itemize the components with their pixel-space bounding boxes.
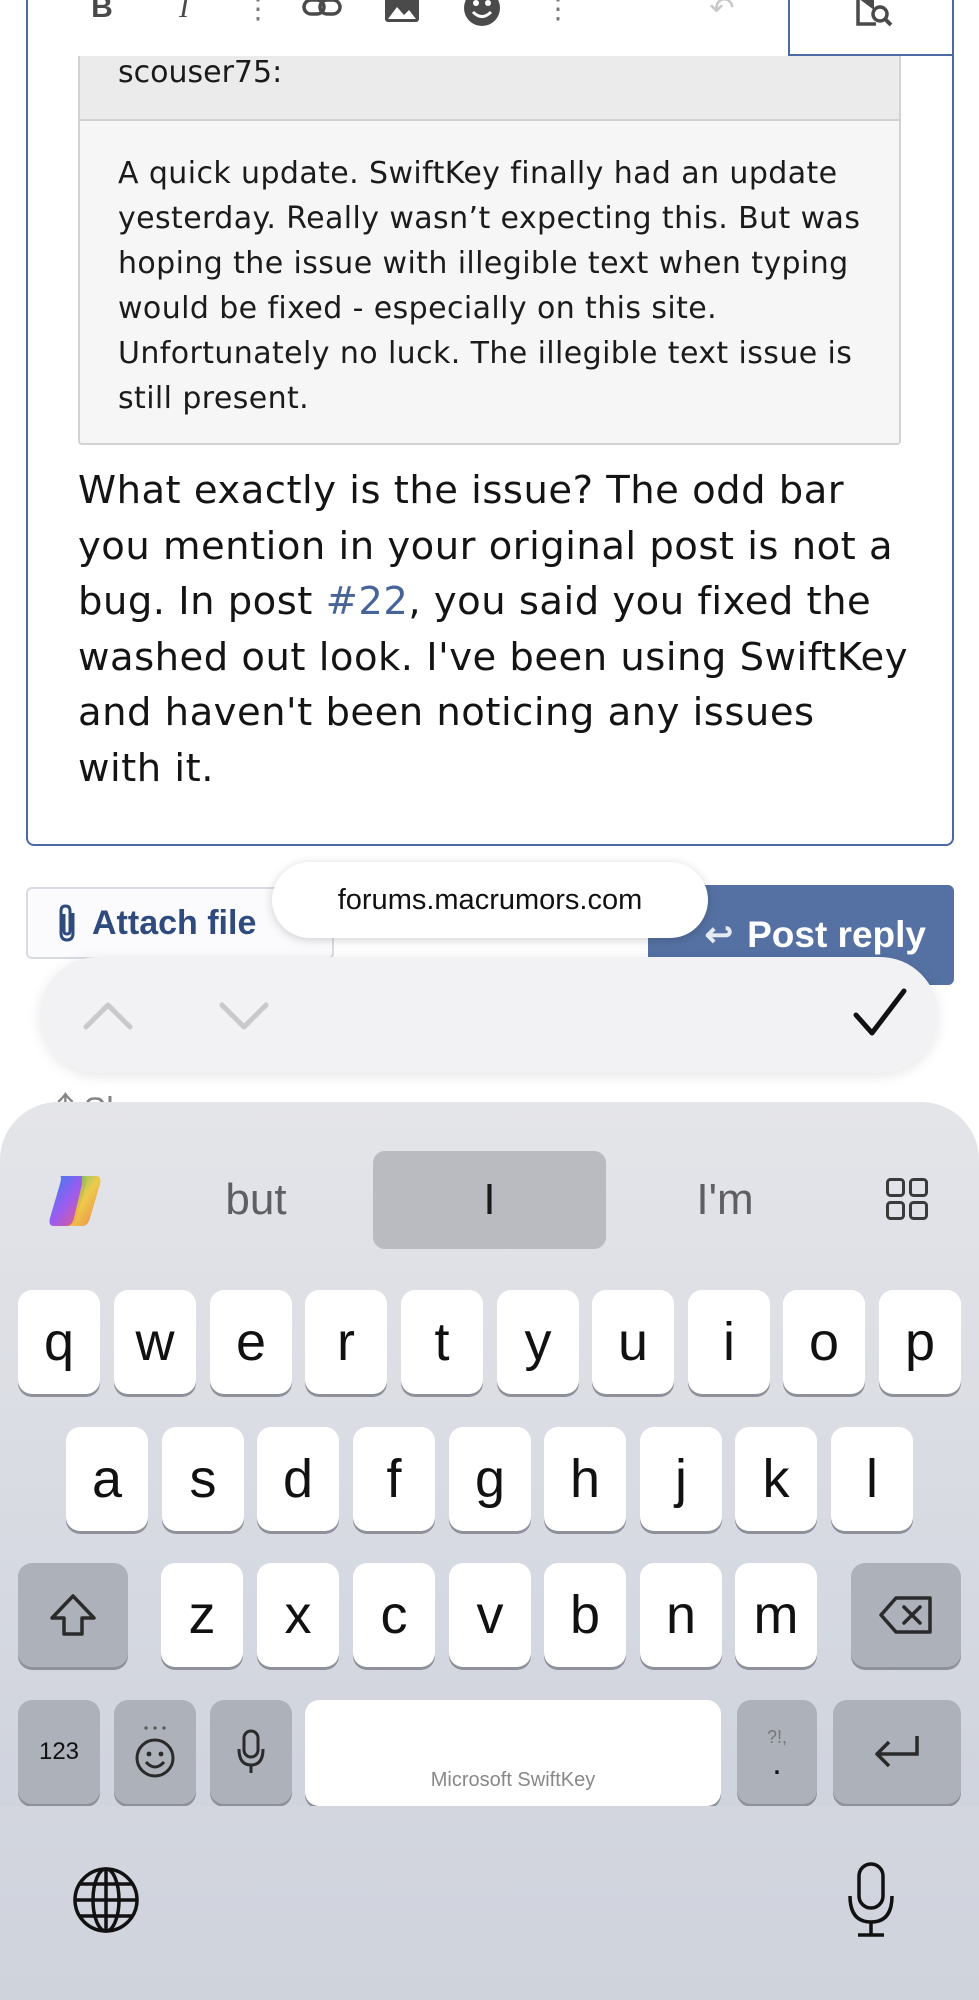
key-k[interactable]: k <box>735 1427 817 1531</box>
bold-button[interactable]: B <box>80 0 124 30</box>
backspace-key[interactable] <box>851 1563 961 1667</box>
key-t[interactable]: t <box>401 1290 483 1394</box>
find-previous-button[interactable] <box>78 987 138 1043</box>
key-q[interactable]: q <box>18 1290 100 1394</box>
key-r[interactable]: r <box>305 1290 387 1394</box>
dictation-mic-icon[interactable] <box>846 1862 896 1942</box>
space-key[interactable]: Microsoft SwiftKey <box>305 1700 721 1806</box>
key-u[interactable]: u <box>592 1290 674 1394</box>
suggestion-bar: but I I'm <box>0 1140 979 1250</box>
chevron-down-icon <box>219 1002 269 1030</box>
key-o[interactable]: o <box>783 1290 865 1394</box>
key-v[interactable]: v <box>449 1563 531 1667</box>
suggestion-1[interactable]: but <box>172 1151 340 1249</box>
suggestion-2[interactable]: I <box>373 1151 606 1249</box>
emoji-key[interactable] <box>114 1700 196 1804</box>
undo-icon[interactable]: ↶ <box>700 0 744 30</box>
key-g[interactable]: g <box>449 1427 531 1531</box>
copilot-icon[interactable] <box>46 1172 104 1232</box>
key-s[interactable]: s <box>162 1427 244 1531</box>
attach-file-label: Attach file <box>92 903 257 942</box>
key-z[interactable]: z <box>161 1563 243 1667</box>
key-y[interactable]: y <box>497 1290 579 1394</box>
key-e[interactable]: e <box>210 1290 292 1394</box>
url-pill[interactable]: forums.macrumors.com <box>272 862 708 938</box>
dictation-key[interactable] <box>210 1700 292 1804</box>
post-link[interactable]: #22 <box>326 579 409 624</box>
emoji-face-icon <box>135 1726 175 1778</box>
return-icon <box>875 1736 919 1768</box>
globe-icon[interactable] <box>72 1866 140 1938</box>
find-next-button[interactable] <box>214 987 274 1043</box>
key-j[interactable]: j <box>640 1427 722 1531</box>
shift-key[interactable] <box>18 1563 128 1667</box>
key-p[interactable]: p <box>879 1290 961 1394</box>
key-l[interactable]: l <box>831 1427 913 1531</box>
reply-arrow-icon: ↩ <box>704 916 734 954</box>
key-h[interactable]: h <box>544 1427 626 1531</box>
key-m[interactable]: m <box>735 1563 817 1667</box>
punctuation-key[interactable]: ?!, . <box>737 1700 817 1804</box>
key-x[interactable]: x <box>257 1563 339 1667</box>
find-done-button[interactable] <box>850 983 910 1043</box>
punctuation-bottom: . <box>772 1744 782 1782</box>
find-bar <box>40 957 938 1073</box>
more-text-options-icon[interactable]: ⋮ <box>236 0 280 30</box>
suggestion-3[interactable]: I'm <box>640 1151 810 1249</box>
quote-text: A quick update. SwiftKey finally had an … <box>118 156 861 416</box>
swiftkey-keyboard: but I I'm q w e r t y u i o p a s d f g … <box>0 1102 979 2000</box>
toolbar-grid-icon[interactable] <box>886 1178 928 1224</box>
numbers-key[interactable]: 123 <box>18 1700 100 1804</box>
preview-toggle[interactable] <box>788 0 954 56</box>
key-c[interactable]: c <box>353 1563 435 1667</box>
keyboard-bottom-bar <box>0 1806 979 2000</box>
chevron-up-icon <box>83 1002 133 1030</box>
key-w[interactable]: w <box>114 1290 196 1394</box>
key-d[interactable]: d <box>257 1427 339 1531</box>
quote-block: scouser75: A quick update. SwiftKey fina… <box>78 56 901 445</box>
key-a[interactable]: a <box>66 1427 148 1531</box>
image-icon[interactable] <box>380 0 424 30</box>
italic-button[interactable]: I <box>162 0 206 30</box>
key-f[interactable]: f <box>353 1427 435 1531</box>
emoji-icon[interactable] <box>460 0 504 30</box>
quote-author: scouser75: <box>80 56 899 121</box>
more-insert-options-icon[interactable]: ⋮ <box>536 0 580 30</box>
paperclip-icon <box>59 904 75 942</box>
return-key[interactable] <box>833 1700 961 1804</box>
reply-text[interactable]: What exactly is the issue? The odd bar y… <box>78 463 908 796</box>
key-i[interactable]: i <box>688 1290 770 1394</box>
key-b[interactable]: b <box>544 1563 626 1667</box>
checkmark-icon <box>853 988 907 1036</box>
post-reply-label: Post reply <box>747 914 926 955</box>
link-icon[interactable] <box>300 0 344 30</box>
key-n[interactable]: n <box>640 1563 722 1667</box>
shift-icon <box>50 1594 96 1636</box>
microphone-icon <box>237 1729 265 1773</box>
backspace-icon <box>879 1596 932 1634</box>
